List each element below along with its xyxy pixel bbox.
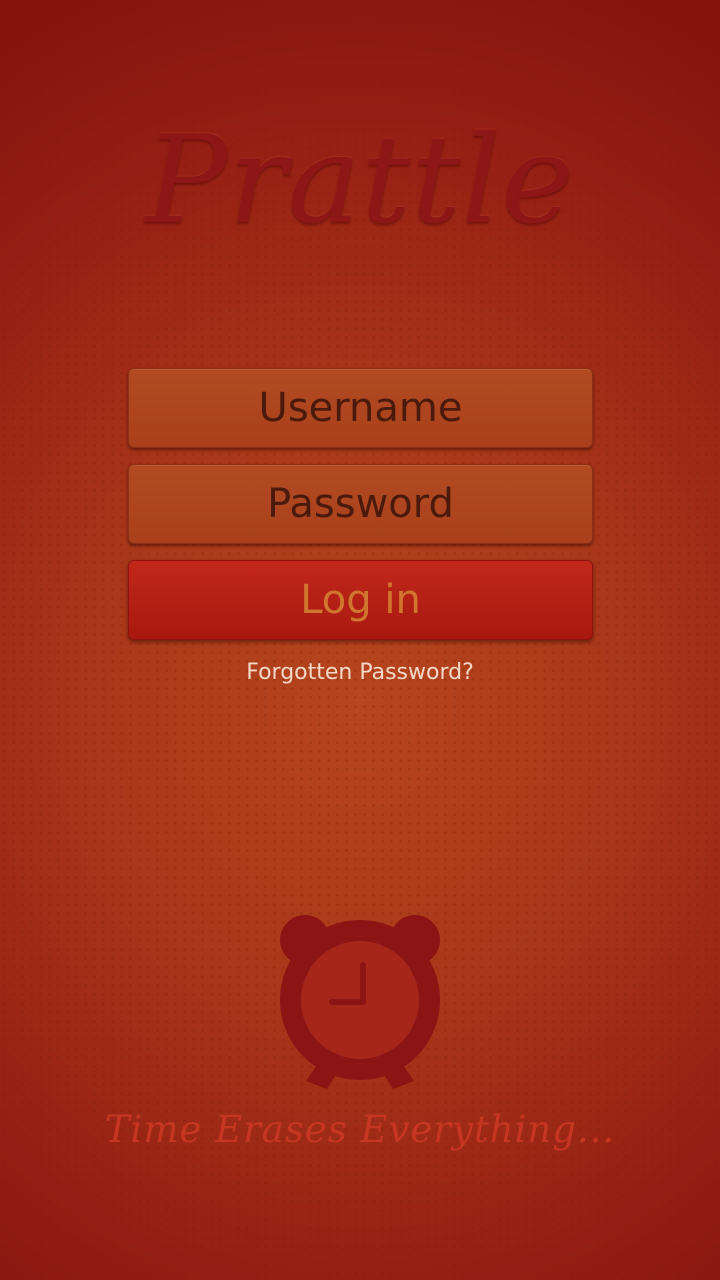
alarm-clock-icon — [280, 915, 440, 1089]
tagline: Time Erases Everything... — [104, 1108, 616, 1151]
username-field[interactable] — [128, 368, 593, 448]
app-logo: Prattle — [145, 109, 575, 251]
username-input[interactable] — [129, 369, 592, 447]
forgot-password-link[interactable]: Forgotten Password? — [0, 656, 720, 690]
login-button[interactable]: Log in — [128, 560, 593, 640]
password-input[interactable] — [129, 465, 592, 543]
password-field[interactable] — [128, 464, 593, 544]
